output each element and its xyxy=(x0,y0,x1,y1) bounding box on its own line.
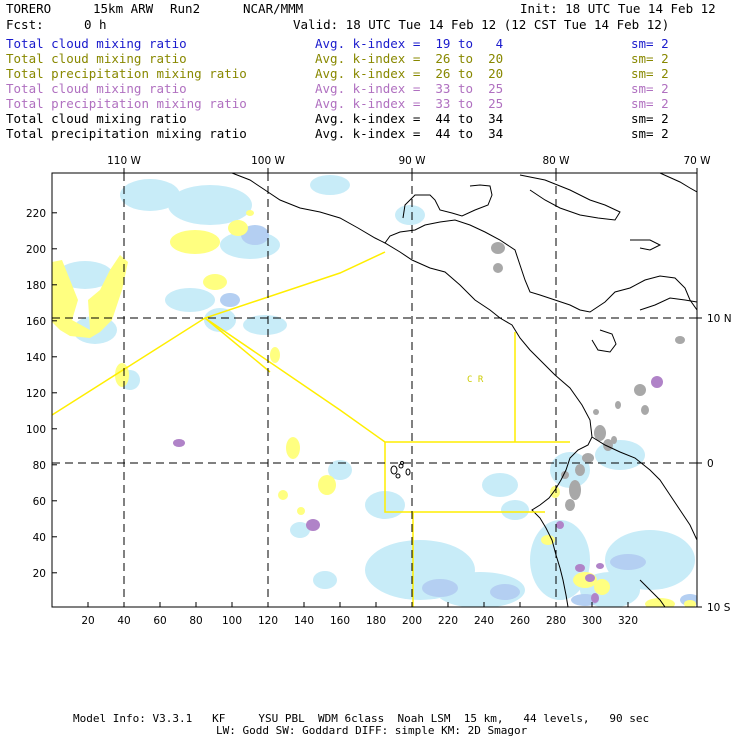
y-tick-label: 40 xyxy=(33,532,46,544)
y-tick-label: 80 xyxy=(33,460,46,472)
mid-level-areas xyxy=(52,210,696,607)
x-tick-label: 40 xyxy=(117,615,130,627)
x-tick-label: 100 xyxy=(222,615,242,627)
y-tick-label: 160 xyxy=(26,316,46,328)
x-tick-label: 260 xyxy=(510,615,530,627)
y-tick-label: 180 xyxy=(26,280,46,292)
x-tick-label: 220 xyxy=(438,615,458,627)
forecast-map: C R 20 40 60 80 100 120 140 160 180 200 220 240 260 2… xyxy=(26,155,732,627)
lon-label: 110 W xyxy=(107,155,141,167)
y-tick-label: 20 xyxy=(33,568,46,580)
lat-label: 10 S xyxy=(707,602,731,614)
x-tick-label: 140 xyxy=(294,615,314,627)
x-tick-label: 240 xyxy=(474,615,494,627)
model-physics: LW: Godd SW: Goddard DIFF: simple KM: 2D… xyxy=(216,724,528,737)
low-cloud-areas xyxy=(57,175,695,607)
y-tick-label: 140 xyxy=(26,352,46,364)
galapagos-islands xyxy=(390,461,411,479)
lat-label: 10 N xyxy=(707,313,732,325)
y-tick-label: 100 xyxy=(26,424,46,436)
x-tick-label: 280 xyxy=(546,615,566,627)
x-tick-label: 20 xyxy=(81,615,94,627)
lon-label: 80 W xyxy=(542,155,570,167)
x-tick-label: 300 xyxy=(582,615,602,627)
x-tick-label: 320 xyxy=(618,615,638,627)
y-tick-label: 200 xyxy=(26,244,46,256)
lat-label: 0 xyxy=(707,458,714,470)
lon-label: 70 W xyxy=(683,155,711,167)
x-tick-label: 160 xyxy=(330,615,350,627)
y-tick-label: 220 xyxy=(26,208,46,220)
y-tick-label: 60 xyxy=(33,496,46,508)
x-tick-label: 120 xyxy=(258,615,278,627)
y-tick-label: 120 xyxy=(26,388,46,400)
lon-label: 100 W xyxy=(251,155,285,167)
lon-label: 90 W xyxy=(398,155,426,167)
x-tick-label: 180 xyxy=(366,615,386,627)
x-tick-label: 200 xyxy=(402,615,422,627)
region-annotation: C R xyxy=(467,375,484,385)
x-tick-label: 60 xyxy=(153,615,166,627)
x-tick-label: 80 xyxy=(189,615,202,627)
domain-outlines xyxy=(52,251,570,607)
